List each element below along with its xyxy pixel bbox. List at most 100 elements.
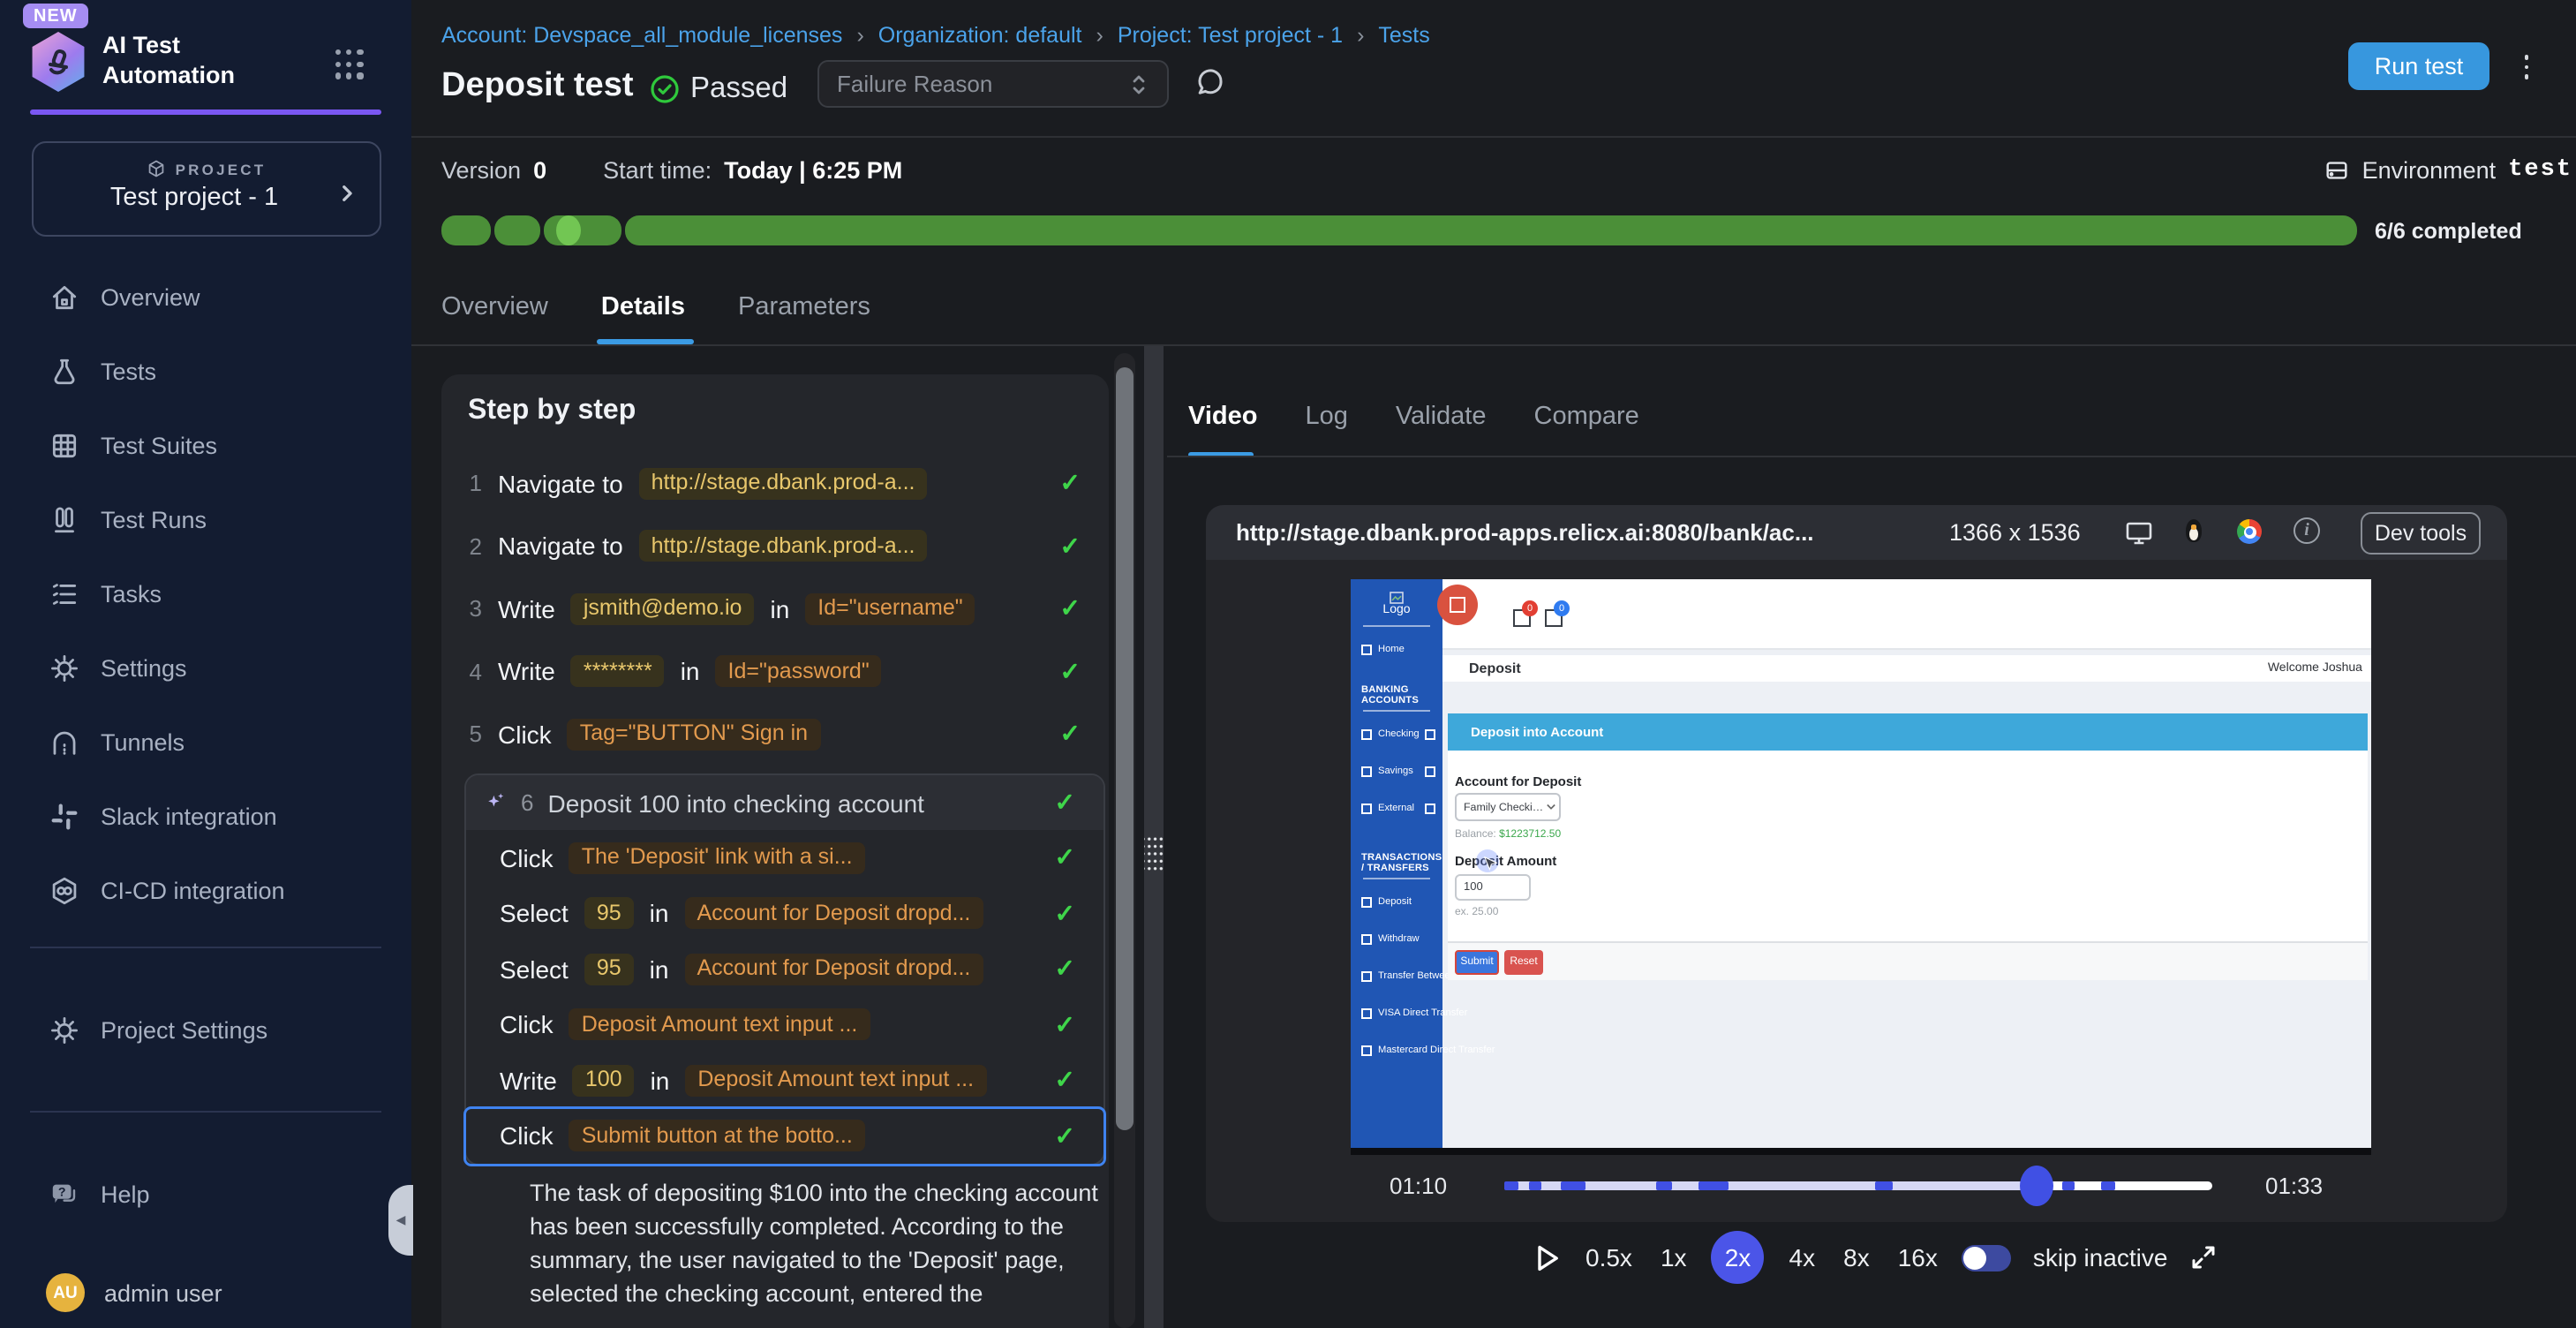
speed-1x[interactable]: 1x [1657, 1243, 1691, 1271]
progress-segment[interactable] [441, 215, 491, 245]
apps-grid-icon[interactable] [335, 49, 365, 79]
skip-inactive-toggle[interactable] [1962, 1244, 2012, 1271]
progress-segment[interactable] [544, 215, 621, 245]
bank-nav-transfer-between-accounts[interactable]: Transfer Between Accounts [1361, 966, 1439, 987]
substep-row[interactable]: ClickThe 'Deposit' link with a si...✓ [466, 830, 1103, 886]
deposit-amount-input[interactable]: 100 [1455, 874, 1531, 901]
breadcrumb-separator: › [1357, 23, 1364, 48]
play-icon[interactable] [1534, 1242, 1561, 1272]
detail-tabs: Overview Details Parameters [441, 293, 870, 321]
tab-overview[interactable]: Overview [441, 293, 548, 321]
run-test-button[interactable]: Run test [2348, 42, 2489, 90]
progress-segment[interactable] [625, 215, 2357, 245]
tab-parameters[interactable]: Parameters [738, 293, 870, 321]
sidebar-item-overview[interactable]: Overview [0, 260, 411, 334]
substep-row[interactable]: Select95inAccount for Deposit dropd...✓ [466, 886, 1103, 941]
timeline-marker[interactable] [1560, 1181, 1586, 1190]
sidebar-item-tunnels[interactable]: Tunnels [0, 705, 411, 779]
tab-details[interactable]: Details [601, 293, 685, 321]
sidebar-item-test-runs[interactable]: Test Runs [0, 482, 411, 556]
step-row[interactable]: 3Writejsmith@demo.ioinId="username"✓ [441, 577, 1109, 640]
substep-row[interactable]: Write100inDeposit Amount text input ...✓ [466, 1053, 1103, 1108]
more-menu-icon[interactable] [2514, 46, 2539, 88]
sidebar-item-help[interactable]: ?Help [0, 1157, 411, 1231]
scrollbar-thumb[interactable] [1116, 367, 1134, 1130]
info-icon[interactable]: i [2294, 517, 2320, 544]
step-row[interactable]: 5ClickTag="BUTTON" Sign in✓ [441, 703, 1109, 766]
run-meta: Version 0 Start time: Today | 6:25 PM [441, 157, 902, 184]
video-tab-validate[interactable]: Validate [1396, 403, 1487, 431]
timeline-marker[interactable] [2101, 1181, 2115, 1190]
fullscreen-icon[interactable] [2188, 1243, 2217, 1271]
bank-nav-savings[interactable]: Savings [1361, 761, 1439, 782]
drag-handle-icon[interactable] [1144, 834, 1164, 872]
breadcrumb-link[interactable]: Project: Test project - 1 [1118, 23, 1343, 48]
user-menu[interactable]: AU admin user [0, 1256, 457, 1328]
sidebar-item-project-settings[interactable]: Project Settings [0, 992, 411, 1067]
bank-submit-button[interactable]: Submit [1455, 950, 1499, 975]
sidebar-item-test-suites[interactable]: Test Suites [0, 408, 411, 482]
comment-icon[interactable] [1194, 65, 1227, 99]
bank-nav-checking[interactable]: Checking [1361, 724, 1439, 745]
timeline-marker[interactable] [1699, 1181, 1729, 1190]
timeline-marker[interactable] [1528, 1181, 1540, 1190]
video-tab-video[interactable]: Video [1188, 403, 1257, 431]
step-row[interactable]: 1Navigate tohttp://stage.dbank.prod-a...… [441, 452, 1109, 515]
speed-2x[interactable]: 2x [1712, 1231, 1765, 1284]
speed-0.5x[interactable]: 0.5x [1582, 1243, 1636, 1271]
substep-row-selected[interactable]: ClickSubmit button at the botto...✓ [466, 1108, 1103, 1164]
timeline-marker[interactable] [2062, 1181, 2075, 1190]
timeline-marker[interactable] [1875, 1181, 1893, 1190]
steps-scrollbar[interactable] [1114, 353, 1135, 1328]
step-value-chip: http://stage.dbank.prod-a... [639, 468, 928, 500]
timeline-marker[interactable] [1504, 1181, 1518, 1190]
timeline-thumb[interactable] [2020, 1166, 2053, 1206]
speed-16x[interactable]: 16x [1894, 1243, 1941, 1271]
sidebar-item-settings[interactable]: Settings [0, 630, 411, 705]
step-text: Select [500, 955, 569, 984]
step-selector-chip: The 'Deposit' link with a si... [569, 842, 865, 874]
breadcrumb-link[interactable]: Organization: default [878, 23, 1082, 48]
video-tab-log[interactable]: Log [1305, 403, 1347, 431]
sidebar-item-slack-integration[interactable]: Slack integration [0, 779, 411, 853]
bank-reset-button[interactable]: Reset [1504, 950, 1543, 975]
breadcrumb-link[interactable]: Tests [1378, 23, 1429, 48]
gear-icon [49, 653, 79, 683]
project-selector[interactable]: PROJECT Test project - 1 [32, 141, 381, 237]
speed-8x[interactable]: 8x [1840, 1243, 1873, 1271]
sidebar-item-tasks[interactable]: Tasks [0, 556, 411, 630]
panel-resize-divider[interactable] [1144, 346, 1164, 1328]
bank-nav-visa-direct-transfer[interactable]: VISA Direct Transfer [1361, 1003, 1439, 1024]
bank-nav-deposit[interactable]: Deposit [1361, 892, 1439, 913]
substep-row[interactable]: Select95inAccount for Deposit dropd...✓ [466, 941, 1103, 997]
bank-nav-withdraw[interactable]: Withdraw [1361, 929, 1439, 950]
bank-nav-external[interactable]: External [1361, 798, 1439, 819]
bank-nav-home[interactable]: Home [1361, 639, 1439, 660]
environment-value: test [2508, 157, 2572, 184]
step-row[interactable]: 2Navigate tohttp://stage.dbank.prod-a...… [441, 515, 1109, 577]
step-group[interactable]: 6 Deposit 100 into checking account ✓ Cl… [464, 773, 1105, 1166]
video-tab-compare[interactable]: Compare [1534, 403, 1639, 431]
sidebar-item-ci-cd-integration[interactable]: CI-CD integration [0, 853, 411, 927]
breadcrumb-link[interactable]: Account: Devspace_all_module_licenses [441, 23, 842, 48]
failure-reason-select[interactable]: Failure Reason [817, 60, 1169, 108]
step-group-header[interactable]: 6 Deposit 100 into checking account ✓ [466, 775, 1103, 830]
check-icon: ✓ [1055, 1010, 1075, 1040]
progress-bar [441, 215, 2357, 245]
step-number: 1 [466, 471, 482, 497]
speed-4x[interactable]: 4x [1786, 1243, 1819, 1271]
account-select[interactable]: Family Checking (Standard Checking) [1455, 793, 1561, 821]
resolution: 1366 x 1536 [1949, 519, 2081, 546]
video-timeline[interactable] [1504, 1181, 2212, 1190]
sidebar-collapse-handle[interactable]: ◀ [388, 1185, 413, 1256]
devtools-button[interactable]: Dev tools [2361, 512, 2481, 555]
step-row[interactable]: 4Write********inId="password"✓ [441, 640, 1109, 703]
sidebar-item-tests[interactable]: Tests [0, 334, 411, 408]
progress-segment[interactable] [494, 215, 540, 245]
timeline-marker[interactable] [1656, 1181, 1672, 1190]
bank-section-title: TRANSACTIONS / TRANSFERS [1361, 853, 1442, 874]
bank-nav-mastercard-direct-transfer[interactable]: Mastercard Direct Transfer [1361, 1040, 1439, 1061]
substep-row[interactable]: ClickDeposit Amount text input ...✓ [466, 997, 1103, 1053]
step-text: Write [498, 595, 555, 623]
sidebar-item-label: CI-CD integration [101, 877, 285, 903]
